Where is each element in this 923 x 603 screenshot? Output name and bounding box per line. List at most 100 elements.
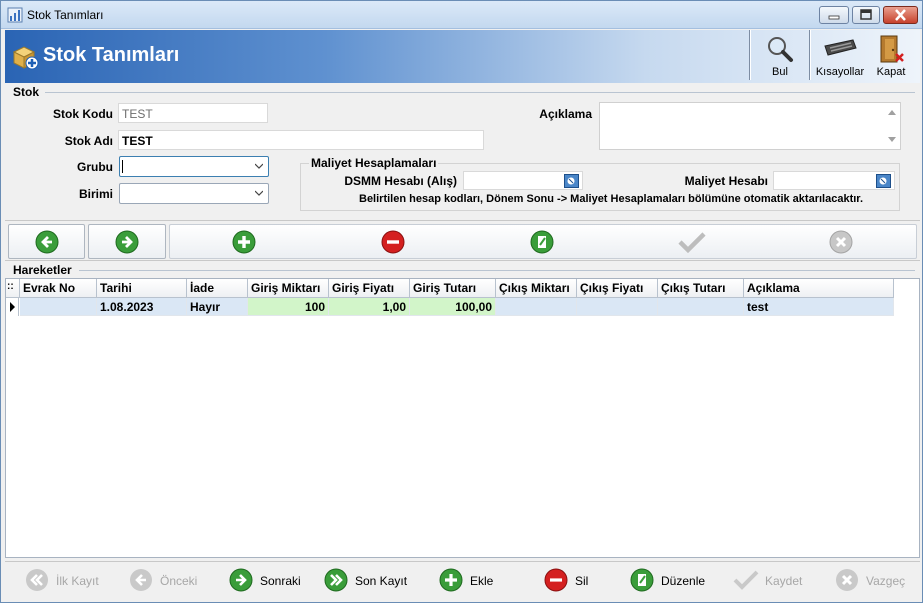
edit-button[interactable]: Düzenle — [630, 566, 706, 594]
grid-corner: :: — [6, 279, 20, 298]
birimi-combo[interactable] — [119, 183, 269, 204]
delete-icon — [544, 568, 568, 592]
add-button[interactable]: Ekle — [439, 566, 499, 594]
minimize-icon — [828, 15, 840, 20]
column-header[interactable]: Tarihi — [97, 279, 187, 298]
column-header[interactable]: Giriş Tutarı — [410, 279, 496, 298]
previous-icon — [130, 569, 152, 591]
magnifier-icon — [768, 37, 793, 62]
exit-button-label: Kapat — [876, 66, 906, 78]
previous-button[interactable]: Önceki — [129, 566, 199, 594]
table-cell[interactable] — [577, 298, 658, 316]
maliyet-note: Belirtilen hesap kodları, Dönem Sonu -> … — [359, 193, 864, 205]
table-cell[interactable] — [496, 298, 577, 316]
save-button[interactable]: Kaydet — [732, 566, 804, 594]
column-header[interactable]: Giriş Fiyatı — [329, 279, 410, 298]
add-label: Ekle — [470, 574, 494, 588]
text-caret — [122, 160, 123, 173]
maximize-button[interactable] — [852, 6, 880, 24]
movements-grid[interactable]: :: Evrak No Tarihi İade Giriş Miktarı Gi… — [5, 278, 920, 558]
section-divider — [79, 270, 915, 271]
table-cell[interactable] — [20, 298, 97, 316]
stok-kodu-label: Stok Kodu — [53, 107, 113, 121]
column-header[interactable]: Çıkış Fiyatı — [577, 279, 658, 298]
header-banner: Stok Tanımları Bul Kısayollar Kapat — [5, 30, 920, 83]
cancel-icon[interactable] — [829, 230, 853, 254]
table-cell[interactable]: 100,00 — [410, 298, 496, 316]
grubu-label: Grubu — [77, 160, 113, 174]
page-title: Stok Tanımları — [43, 44, 180, 66]
table-cell[interactable]: 100 — [248, 298, 329, 316]
edit-icon[interactable] — [530, 230, 554, 254]
aciklama-label: Açıklama — [539, 107, 592, 121]
close-button[interactable] — [883, 6, 918, 24]
chevron-down-icon[interactable] — [255, 162, 263, 170]
stok-section-caption: Stok — [13, 85, 40, 99]
delete-button[interactable]: Sil — [544, 566, 592, 594]
stok-adi-field[interactable]: TEST — [118, 130, 484, 150]
column-header[interactable]: Giriş Miktarı — [248, 279, 329, 298]
edit-label: Düzenle — [661, 574, 706, 588]
table-cell[interactable]: Hayır — [187, 298, 248, 316]
window-title: Stok Tanımları — [27, 8, 104, 22]
first-record-icon — [26, 569, 48, 591]
next-icon — [229, 568, 253, 592]
column-header[interactable]: İade — [187, 279, 248, 298]
aciklama-memo[interactable] — [599, 102, 901, 150]
checkmark-icon[interactable] — [677, 230, 707, 254]
next-record-button[interactable] — [88, 224, 166, 259]
stok-kodu-field[interactable]: TEST — [118, 103, 268, 123]
birimi-label: Birimi — [78, 187, 113, 201]
scroll-down-icon[interactable] — [884, 133, 900, 145]
add-icon — [439, 568, 463, 592]
plus-icon[interactable] — [232, 230, 256, 254]
find-button-label: Bul — [772, 66, 788, 78]
section-divider — [45, 92, 915, 93]
arrow-right-icon — [115, 230, 139, 254]
maliyet-hesabi-field[interactable] — [773, 171, 895, 190]
save-label: Kaydet — [765, 574, 803, 588]
previous-record-button[interactable] — [8, 224, 85, 259]
stok-adi-label: Stok Adı — [64, 134, 113, 148]
column-header[interactable]: Evrak No — [20, 279, 97, 298]
exit-button[interactable]: Kapat — [862, 30, 920, 83]
last-record-button[interactable]: Son Kayıt — [324, 566, 407, 594]
table-cell[interactable]: 1.08.2023 — [97, 298, 187, 316]
first-record-button[interactable]: İlk Kayıt — [25, 566, 105, 594]
maximize-icon — [860, 9, 872, 20]
next-button[interactable]: Sonraki — [229, 566, 301, 594]
app-chart-icon — [7, 7, 23, 23]
save-icon — [733, 570, 759, 590]
column-header[interactable]: Çıkış Miktarı — [496, 279, 577, 298]
cancel-label: Vazgeç — [866, 574, 906, 588]
find-button[interactable]: Bul — [751, 30, 809, 83]
dsmm-field[interactable] — [463, 171, 583, 190]
edit-icon — [630, 568, 654, 592]
lookup-icon[interactable] — [564, 174, 579, 188]
grubu-combo[interactable] — [119, 156, 269, 177]
table-cell[interactable]: 1,00 — [329, 298, 410, 316]
table-cell[interactable]: test — [744, 298, 894, 316]
lookup-icon[interactable] — [876, 174, 891, 188]
scroll-up-icon[interactable] — [884, 107, 900, 119]
maliyet-hesabi-label: Maliyet Hesabı — [684, 174, 768, 188]
delete-label: Sil — [575, 574, 589, 588]
first-record-label: İlk Kayıt — [56, 574, 99, 588]
memo-scrollbar[interactable] — [884, 103, 900, 149]
minimize-button[interactable] — [819, 6, 849, 24]
column-header[interactable]: Açıklama — [744, 279, 894, 298]
shortcuts-button[interactable]: Kısayollar — [811, 30, 869, 83]
table-cell[interactable] — [658, 298, 744, 316]
dsmm-label: DSMM Hesabı (Alış) — [344, 174, 457, 188]
title-bar[interactable]: Stok Tanımları — [1, 1, 922, 29]
shortcuts-button-label: Kısayollar — [815, 66, 865, 78]
exit-door-icon — [880, 35, 904, 63]
record-toolbar — [5, 220, 920, 261]
cancel-icon — [836, 569, 858, 591]
chevron-down-icon[interactable] — [255, 189, 263, 197]
column-header[interactable]: Çıkış Tutarı — [658, 279, 744, 298]
minus-icon[interactable] — [381, 230, 405, 254]
cancel-button[interactable]: Vazgeç — [835, 566, 905, 594]
main-window: Stok Tanımları Stok Tanımları Bul Kısayo… — [0, 0, 923, 603]
stock-box-icon — [12, 46, 39, 70]
